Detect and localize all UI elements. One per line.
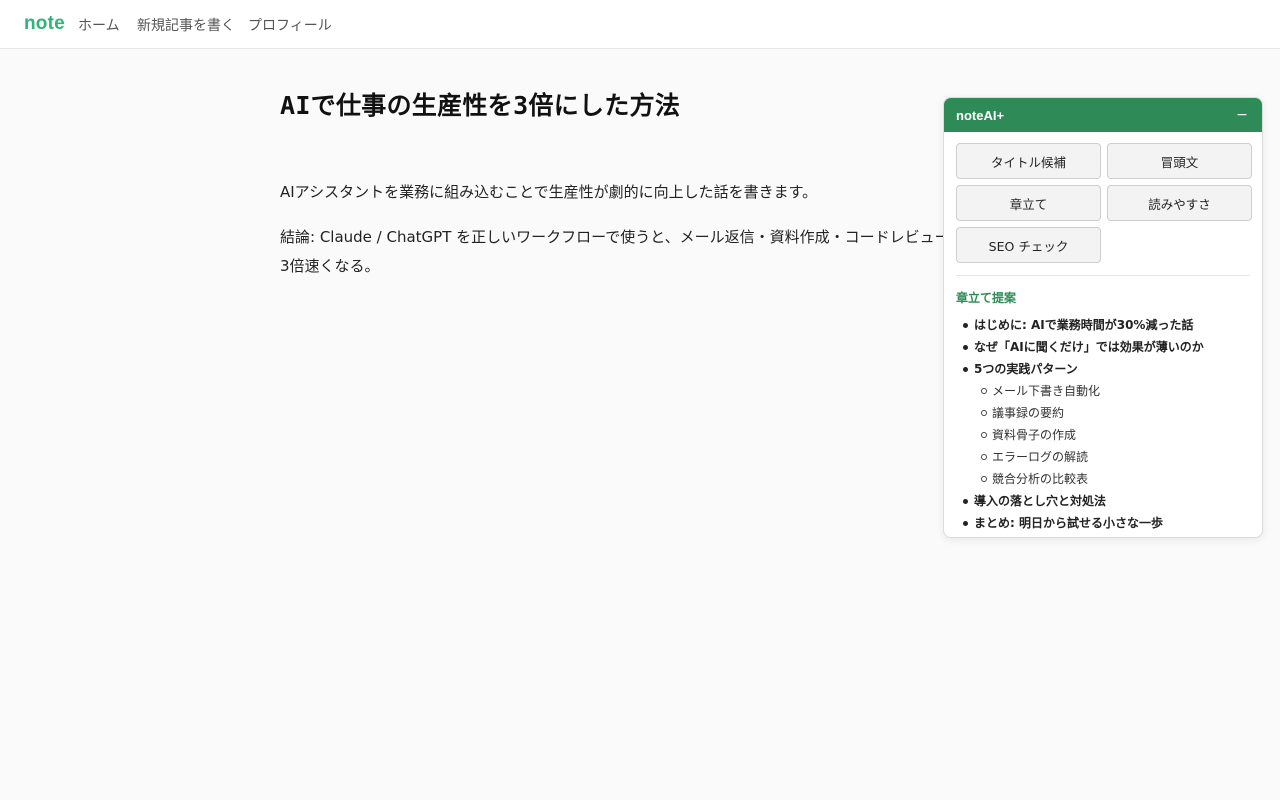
article-title: AIで仕事の生産性を3倍にした方法 [280,91,681,120]
nav-new-article-link[interactable]: 新規記事を書く [137,15,235,35]
action-button-grid: タイトル候補 冒頭文 章立て 読みやすさ SEO チェック [944,132,1262,263]
top-navigation-bar: note ホーム 新規記事を書く プロフィール [0,0,1280,49]
minimize-icon[interactable]: − [1234,108,1250,122]
conclusion-line-2: 3倍速くなる。 [280,257,380,275]
outline-sub-item: メール下書き自動化 [962,380,1250,402]
outline-item: なぜ「AIに聞くだけ」では効果が薄いのか [962,336,1250,358]
noteai-assistant-panel: noteAI+ − タイトル候補 冒頭文 章立て 読みやすさ SEO チェック … [943,97,1263,538]
nav-profile-link[interactable]: プロフィール [248,15,332,35]
panel-header: noteAI+ − [944,98,1262,132]
chapters-button[interactable]: 章立て [956,185,1101,221]
outline-sub-item: 議事録の要約 [962,402,1250,424]
outline-sub-item: エラーログの解読 [962,446,1250,468]
outline-sub-item: 資料骨子の作成 [962,424,1250,446]
outline-list: はじめに: AIで業務時間が30%減った話 なぜ「AIに聞くだけ」では効果が薄い… [962,314,1250,534]
conclusion-line-1: 結論: Claude / ChatGPT を正しいワークフローで使うと、メール返… [280,228,943,246]
panel-title: noteAI+ [956,107,1005,123]
article-header: AIで仕事の生産性を3倍にした方法 [280,86,980,122]
panel-divider [956,275,1250,276]
outline-item: 導入の落とし穴と対処法 [962,490,1250,512]
outline-section-title: 章立て提案 [956,291,1017,305]
outline-item: まとめ: 明日から試せる小さな一歩 [962,512,1250,534]
article-paragraph-conclusion: 結論: Claude / ChatGPT を正しいワークフローで使うと、メール返… [280,223,1000,281]
readability-button[interactable]: 読みやすさ [1107,185,1252,221]
outline-sub-item: 競合分析の比較表 [962,468,1250,490]
nav-home-link[interactable]: ホーム [78,15,120,35]
article-body: AIアシスタントを業務に組み込むことで生産性が劇的に向上した話を書きます。 結論… [280,178,1000,281]
outline-item: 5つの実践パターン [962,358,1250,380]
seo-check-button[interactable]: SEO チェック [956,227,1101,263]
article-paragraph: AIアシスタントを業務に組み込むことで生産性が劇的に向上した話を書きます。 [280,183,818,201]
outline-item: はじめに: AIで業務時間が30%減った話 [962,314,1250,336]
outline-sub-list: メール下書き自動化 議事録の要約 資料骨子の作成 エラーログの解読 競合分析の比… [962,380,1250,490]
note-logo[interactable]: note [24,13,65,35]
title-candidates-button[interactable]: タイトル候補 [956,143,1101,179]
intro-button[interactable]: 冒頭文 [1107,143,1252,179]
